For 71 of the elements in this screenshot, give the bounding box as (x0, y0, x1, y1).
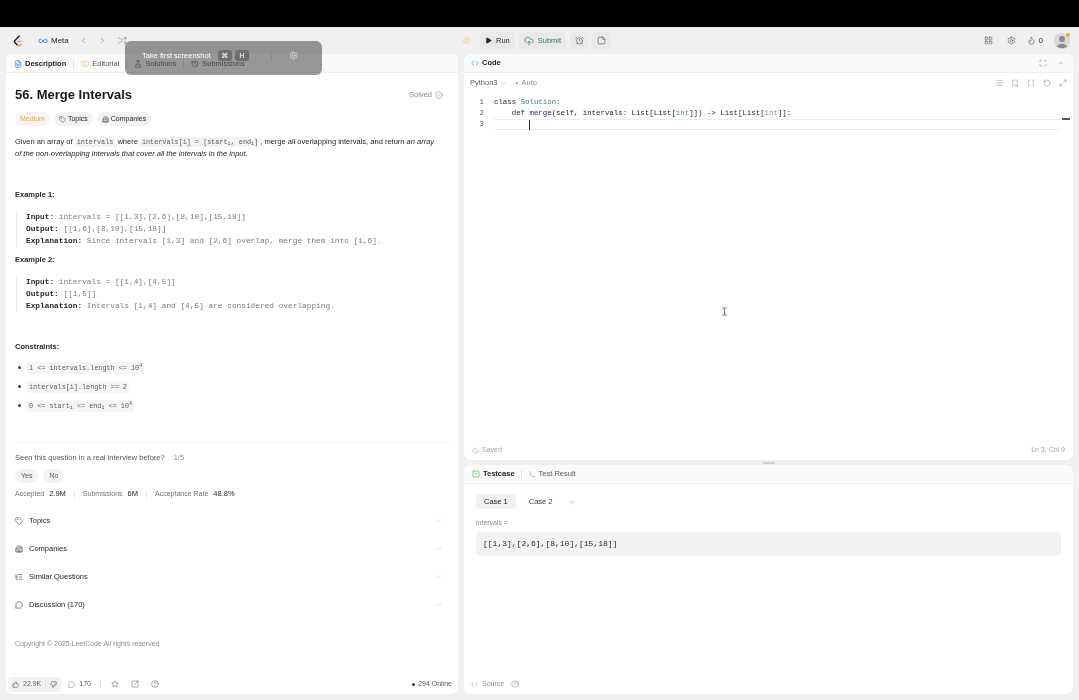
reset-button[interactable] (1042, 78, 1051, 88)
plus-icon (568, 497, 577, 506)
bullet-icon (18, 404, 21, 407)
grid-icon (984, 36, 994, 45)
help-icon (151, 680, 159, 688)
document-icon (14, 60, 22, 68)
favorite-button[interactable] (110, 679, 120, 689)
tag-icon (58, 115, 66, 123)
building-icon (101, 115, 109, 123)
settings-icon (1007, 36, 1017, 45)
speech-bubble-icon (68, 680, 76, 688)
tag-icon (15, 517, 23, 525)
add-case-button[interactable] (567, 497, 577, 506)
settings-button[interactable] (288, 50, 299, 61)
star-icon (111, 680, 119, 688)
bullet-icon (18, 366, 21, 369)
maximize-button[interactable] (1038, 58, 1048, 68)
avatar-button[interactable] (1054, 32, 1070, 49)
flame-icon (1026, 36, 1036, 45)
notes-button[interactable] (592, 32, 611, 49)
timer-button[interactable] (570, 32, 589, 49)
text-cursor-icon (720, 307, 729, 316)
building-icon (15, 545, 23, 553)
bookmark-button[interactable] (1010, 78, 1019, 88)
braces-icon (1026, 79, 1035, 87)
resize-handle[interactable] (762, 461, 775, 464)
fullscreen-button[interactable] (1058, 78, 1067, 88)
shuffle-icon (117, 36, 127, 45)
text-caret (529, 119, 531, 130)
random-problem-button[interactable] (116, 34, 128, 47)
play-icon (485, 37, 492, 44)
chevron-down-icon (499, 79, 507, 87)
terminal-icon (527, 470, 536, 478)
problem-list-button[interactable]: Meta (38, 34, 69, 47)
alarm-clock-icon (574, 36, 584, 45)
checkbox-icon (472, 470, 480, 478)
lines-icon (994, 79, 1003, 87)
bug-icon[interactable] (462, 36, 471, 45)
list-icon (15, 573, 23, 581)
reset-icon (1042, 79, 1051, 87)
cloud-upload-icon (523, 35, 534, 46)
thumbs-down-icon (50, 680, 58, 688)
chevron-up-icon (1057, 59, 1065, 67)
bookmark-icon (1010, 79, 1019, 87)
testcase-input-field[interactable]: [[1,3],[2,6],[8,10],[15,18]] (476, 532, 1061, 556)
help-icon (510, 680, 519, 688)
expand-icon (1058, 79, 1067, 87)
thumbs-up-icon (12, 680, 19, 688)
layout-button[interactable] (982, 34, 995, 47)
code-brackets-icon (471, 680, 478, 688)
help-button[interactable] (150, 679, 160, 689)
share-icon (131, 680, 139, 688)
share-button[interactable] (130, 679, 140, 689)
problem-title: 56. Merge Intervals (15, 87, 133, 103)
cloud-icon (472, 446, 479, 454)
format-button[interactable] (994, 78, 1003, 88)
bullet-icon (18, 385, 21, 388)
settings-button[interactable] (1005, 34, 1018, 47)
maximize-icon (1039, 59, 1047, 67)
code-brackets-icon (471, 59, 479, 67)
speech-bubble-icon (15, 601, 23, 609)
help-button[interactable] (510, 679, 520, 689)
scrollbar-marker (1062, 118, 1070, 120)
check-circle-icon (435, 91, 443, 99)
braces-button[interactable] (1026, 78, 1035, 88)
note-icon (596, 36, 606, 45)
book-icon (81, 60, 90, 68)
clock-icon (191, 60, 200, 68)
avatar-icon (1054, 32, 1070, 49)
flask-icon (134, 60, 143, 68)
logo-icon[interactable] (13, 34, 23, 47)
